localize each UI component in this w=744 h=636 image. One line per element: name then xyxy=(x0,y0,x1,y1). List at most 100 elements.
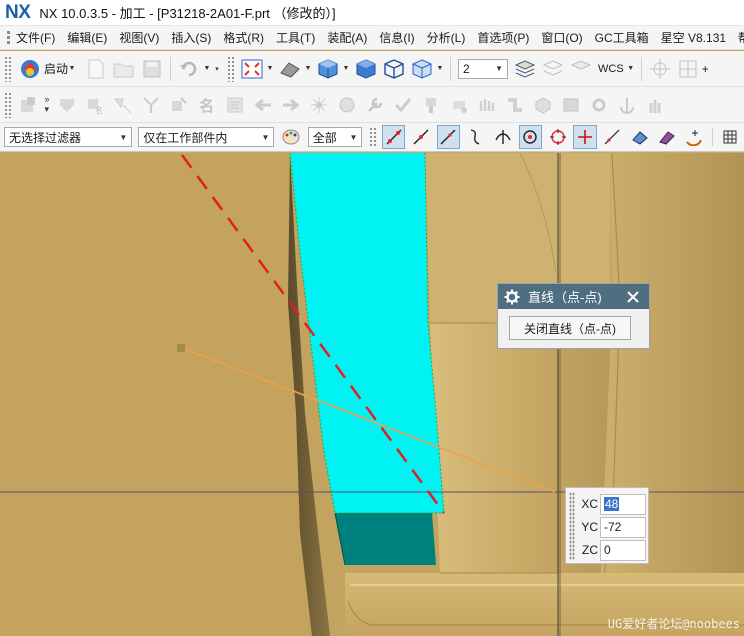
list-icon[interactable] xyxy=(223,93,247,117)
save-icon[interactable] xyxy=(140,57,164,81)
gear-icon xyxy=(504,289,520,304)
part-navigator-icon[interactable] xyxy=(17,93,41,117)
selection-toolbar: 无选择过滤器 ▼ 仅在工作部件内 ▼ 全部 ▼ xyxy=(0,123,744,152)
menu-edit[interactable]: 编辑(E) xyxy=(61,29,113,46)
assembly-filter-select[interactable]: 全部 ▼ xyxy=(307,127,363,147)
menu-insert[interactable]: 插入(S) xyxy=(165,29,217,46)
feature-icon-3[interactable] xyxy=(111,93,135,117)
close-icon[interactable] xyxy=(623,287,643,307)
wireframe-cube-icon[interactable] xyxy=(382,57,406,81)
snap-quadrant-icon[interactable] xyxy=(546,125,569,149)
zc-input[interactable]: 0 xyxy=(600,539,646,561)
xc-label: XC xyxy=(581,497,598,511)
snap-arc-center-icon[interactable] xyxy=(682,125,705,149)
snap-bounded-grid-icon[interactable] xyxy=(655,125,678,149)
shaded-cube-icon[interactable] xyxy=(316,57,340,81)
overflow-icon[interactable]: ▾ xyxy=(213,57,221,81)
menu-help[interactable]: 帮助 xyxy=(732,29,744,46)
pipe-icon[interactable] xyxy=(503,93,527,117)
copy-layer-icon[interactable] xyxy=(569,57,593,81)
feature-icon-4[interactable] xyxy=(139,93,163,117)
box-icon[interactable] xyxy=(531,93,555,117)
spider-icon[interactable] xyxy=(307,93,331,117)
grid-icon[interactable] xyxy=(719,125,742,149)
move-layer-icon[interactable] xyxy=(541,57,565,81)
tool-icon-2[interactable] xyxy=(447,93,471,117)
toolbar-overflow-icon[interactable]: » ▾ xyxy=(43,93,51,117)
menu-gc-toolbox[interactable]: GC工具箱 xyxy=(589,29,655,46)
selection-scope-select[interactable]: 仅在工作部件内 ▼ xyxy=(138,127,275,147)
selected-bottom-face[interactable] xyxy=(335,513,436,565)
snap-center-icon[interactable] xyxy=(518,125,542,149)
type-filter-select[interactable]: 无选择过滤器 ▼ xyxy=(4,127,133,147)
undo-dropdown-icon[interactable]: ▼ xyxy=(203,57,211,81)
menu-assembly[interactable]: 装配(A) xyxy=(321,29,373,46)
snap-on-curve-icon[interactable] xyxy=(436,125,461,149)
menu-analysis[interactable]: 分析(L) xyxy=(421,29,472,46)
palette-icon[interactable] xyxy=(279,125,302,149)
hand-icon[interactable] xyxy=(643,93,667,117)
block-icon[interactable] xyxy=(559,93,583,117)
layer-settings-icon[interactable] xyxy=(513,57,537,81)
edge-cube-icon[interactable] xyxy=(410,57,434,81)
edit-toolbar: » ▾ 名 名 xyxy=(0,87,744,123)
check-tool-icon[interactable] xyxy=(391,93,415,117)
feature-icon-1[interactable] xyxy=(55,93,79,117)
anchor-icon[interactable] xyxy=(615,93,639,117)
menu-view[interactable]: 视图(V) xyxy=(113,29,165,46)
yc-row: YC -72 xyxy=(566,515,650,539)
start-point-marker xyxy=(177,344,185,352)
fit-view-icon[interactable] xyxy=(240,57,264,81)
start-button[interactable]: 启动 ▼ xyxy=(15,56,82,82)
menu-tools[interactable]: 工具(T) xyxy=(270,29,321,46)
menu-window[interactable]: 窗口(O) xyxy=(535,29,588,46)
snap-tangent-icon[interactable] xyxy=(464,125,487,149)
start-label: 启动 xyxy=(44,62,69,76)
line-point-point-dialog: 直线（点-点) 关闭直线（点-点) xyxy=(497,283,650,349)
wcs-label[interactable]: WCS xyxy=(598,63,624,75)
tool-icon-1[interactable] xyxy=(419,93,443,117)
wrench-icon[interactable] xyxy=(363,93,387,117)
arrow-left-icon[interactable] xyxy=(251,93,275,117)
zc-row: ZC 0 xyxy=(566,538,650,562)
tool-icon-3[interactable] xyxy=(475,93,499,117)
snap-end-point-icon[interactable] xyxy=(382,125,406,149)
dialog-header: 直线（点-点) xyxy=(498,284,649,309)
arrow-right-icon[interactable] xyxy=(279,93,303,117)
coordinate-input-panel: XC 48 YC -72 ZC 0 xyxy=(565,487,649,564)
menu-preferences[interactable]: 首选项(P) xyxy=(471,29,535,46)
toolbar-grip[interactable] xyxy=(4,55,12,82)
new-file-icon[interactable] xyxy=(84,57,108,81)
yc-input[interactable]: -72 xyxy=(600,516,646,538)
snap-mid-point-icon[interactable] xyxy=(409,125,432,149)
gear-tool-icon[interactable] xyxy=(587,93,611,117)
snap-intersection-icon[interactable] xyxy=(491,125,514,149)
undo-icon[interactable] xyxy=(177,57,201,81)
menu-information[interactable]: 信息(I) xyxy=(373,29,420,46)
layer-select[interactable]: 2 ▼ xyxy=(458,58,509,79)
feature-icon-5[interactable] xyxy=(167,93,191,117)
close-line-button[interactable]: 关闭直线（点-点) xyxy=(509,316,631,340)
feature-icon-2[interactable]: 名 xyxy=(83,93,107,117)
xc-input[interactable]: 48 xyxy=(600,493,646,515)
nx-logo: NX xyxy=(5,1,31,23)
standard-toolbar: 启动 ▼ ▼ ▾ ▼ ▼ ▼ ▼ 2 ▼ WCS ▼ + xyxy=(0,51,744,87)
snap-existing-point-icon[interactable] xyxy=(573,125,597,149)
snap-point-icon[interactable] xyxy=(648,57,672,81)
yc-label: YC xyxy=(581,520,598,534)
menu-file[interactable]: 文件(F) xyxy=(10,29,61,46)
view-cube-icon[interactable] xyxy=(354,57,378,81)
menu-bar: 文件(F) 编辑(E) 视图(V) 插入(S) 格式(R) 工具(T) 装配(A… xyxy=(0,26,744,50)
xc-row: XC 48 xyxy=(566,492,650,516)
menu-format[interactable]: 格式(R) xyxy=(217,29,270,46)
snap-point-on-face-icon[interactable] xyxy=(628,125,651,149)
globe-icon[interactable] xyxy=(335,93,359,117)
name-icon[interactable]: 名 xyxy=(195,93,219,117)
open-folder-icon[interactable] xyxy=(112,57,136,81)
point-constructor-icon[interactable] xyxy=(676,57,700,81)
svg-text:名: 名 xyxy=(199,97,214,115)
left-face[interactable] xyxy=(0,153,330,636)
snap-point-on-curve-icon[interactable] xyxy=(601,125,624,149)
menu-xingkong[interactable]: 星空 V8.131 xyxy=(655,29,732,46)
render-style-icon[interactable] xyxy=(278,57,302,81)
